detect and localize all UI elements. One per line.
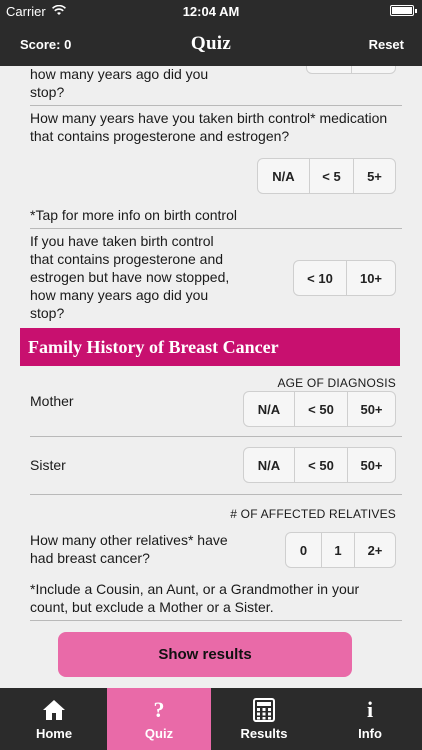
battery-icon xyxy=(390,5,417,16)
other-relatives-question: How many other relatives* have had breas… xyxy=(30,532,228,566)
family-history-section-header: Family History of Breast Cancer xyxy=(20,328,400,366)
info-icon: i xyxy=(366,697,374,722)
relatives-option-0[interactable]: 0 xyxy=(286,533,321,567)
previous-question-segment[interactable] xyxy=(306,66,396,74)
reset-button[interactable]: Reset xyxy=(369,37,404,52)
previous-question-text: how many years ago did you stop? xyxy=(30,66,209,100)
divider xyxy=(30,620,402,621)
tab-label: Info xyxy=(358,726,382,741)
tab-label: Results xyxy=(240,726,288,741)
sister-option-na[interactable]: N/A xyxy=(244,448,294,482)
option-less-5[interactable]: < 5 xyxy=(309,159,353,193)
birth-control-stopped-segment[interactable]: < 10 10+ xyxy=(293,260,396,296)
option-5-plus[interactable]: 5+ xyxy=(353,159,395,193)
sister-option-50-plus[interactable]: 50+ xyxy=(347,448,395,482)
previous-option[interactable] xyxy=(351,66,395,73)
relatives-option-1[interactable]: 1 xyxy=(321,533,354,567)
previous-option[interactable] xyxy=(307,66,351,73)
show-results-button[interactable]: Show results xyxy=(58,632,352,677)
mother-age-segment[interactable]: N/A < 50 50+ xyxy=(243,391,396,427)
sister-age-segment[interactable]: N/A < 50 50+ xyxy=(243,447,396,483)
birth-control-years-question: How many years have you taken birth cont… xyxy=(30,110,388,144)
nav-bar: Score: 0 Quiz Reset xyxy=(0,22,422,66)
birth-control-years-segment[interactable]: N/A < 5 5+ xyxy=(257,158,396,194)
calculator-icon xyxy=(212,698,316,722)
mother-option-50-plus[interactable]: 50+ xyxy=(347,392,395,426)
birth-control-stopped-question: If you have taken birth control that con… xyxy=(30,233,230,321)
divider xyxy=(30,228,402,229)
sister-label: Sister xyxy=(30,457,66,473)
age-of-diagnosis-caption: AGE OF DIAGNOSIS xyxy=(277,376,396,390)
sister-option-less-50[interactable]: < 50 xyxy=(294,448,347,482)
tab-bar: Home ? Quiz Results i Info xyxy=(0,688,422,750)
mother-label: Mother xyxy=(30,393,74,409)
tab-home[interactable]: Home xyxy=(2,688,106,750)
status-bar: Carrier 12:04 AM xyxy=(0,0,422,22)
divider xyxy=(30,105,402,106)
tab-info[interactable]: i Info xyxy=(318,688,422,750)
mother-option-less-50[interactable]: < 50 xyxy=(294,392,347,426)
relatives-note: *Include a Cousin, an Aunt, or a Grandmo… xyxy=(30,581,360,615)
tab-label: Quiz xyxy=(144,726,174,741)
question-icon: ? xyxy=(153,697,165,722)
tab-label: Home xyxy=(35,726,73,741)
tab-results[interactable]: Results xyxy=(212,688,316,750)
home-icon xyxy=(2,698,106,722)
tab-quiz[interactable]: ? Quiz xyxy=(107,688,211,750)
status-time: 12:04 AM xyxy=(182,4,240,19)
relatives-option-2-plus[interactable]: 2+ xyxy=(354,533,395,567)
mother-option-na[interactable]: N/A xyxy=(244,392,294,426)
quiz-scroll-area[interactable]: how many years ago did you stop? How man… xyxy=(0,66,422,688)
page-title: Quiz xyxy=(190,33,232,54)
option-less-10[interactable]: < 10 xyxy=(294,261,346,295)
divider xyxy=(30,436,402,437)
birth-control-info-link[interactable]: *Tap for more info on birth control xyxy=(30,206,237,224)
divider xyxy=(30,494,402,495)
other-relatives-segment[interactable]: 0 1 2+ xyxy=(285,532,396,568)
option-na[interactable]: N/A xyxy=(258,159,309,193)
option-10-plus[interactable]: 10+ xyxy=(346,261,395,295)
affected-relatives-caption: # OF AFFECTED RELATIVES xyxy=(230,507,396,521)
